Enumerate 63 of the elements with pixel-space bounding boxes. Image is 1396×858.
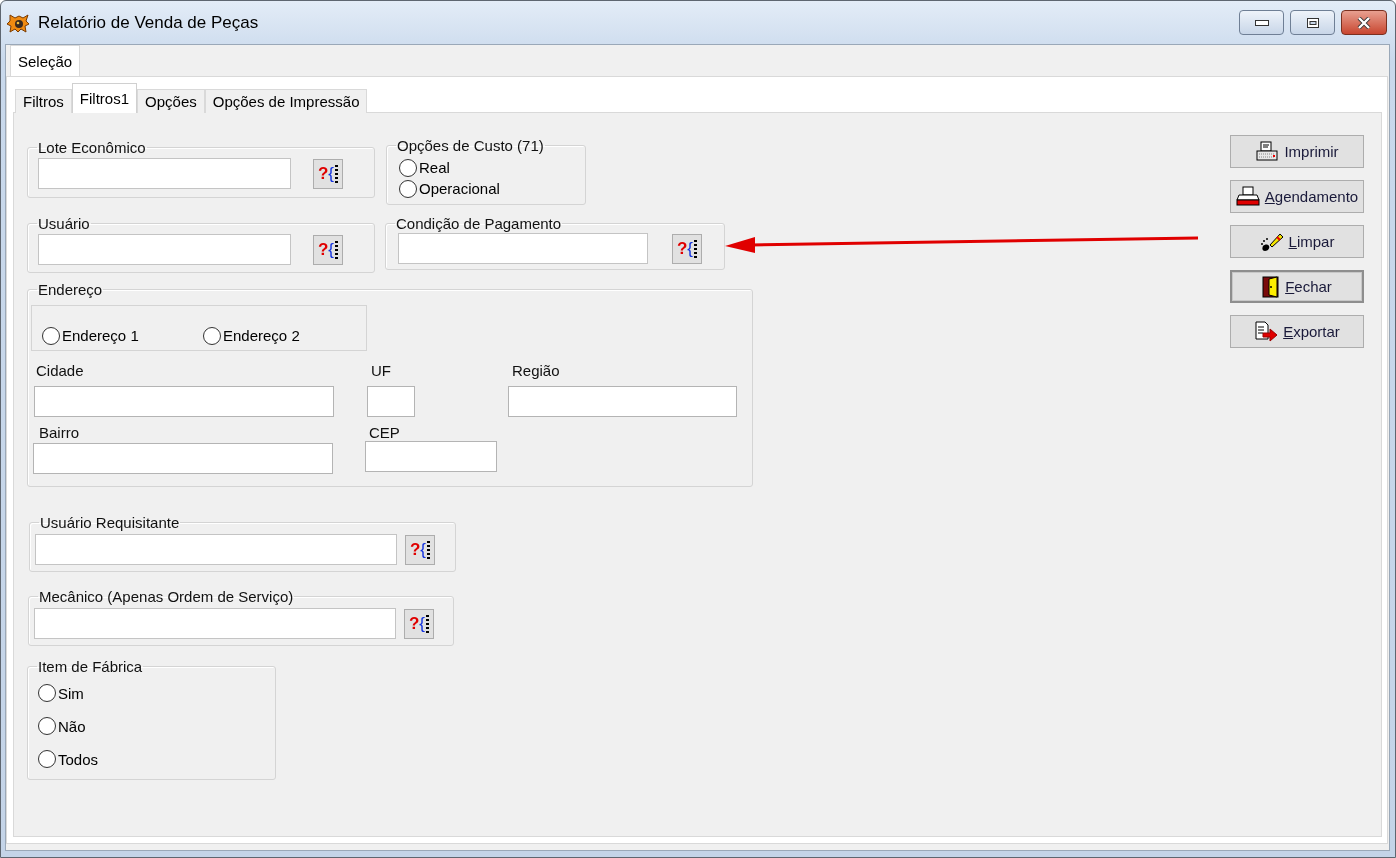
group-label: Condição de Pagamento	[395, 215, 563, 232]
radio-button[interactable]	[399, 158, 417, 177]
input-field[interactable]	[33, 443, 333, 474]
group-label: Opções de Custo (71)	[396, 137, 545, 154]
group-label: Lote Econômico	[37, 139, 147, 156]
schedule-button[interactable]: Agendamento	[1230, 180, 1364, 213]
print-button[interactable]: Imprimir	[1230, 135, 1364, 168]
lookup-button[interactable]: ?{	[405, 534, 435, 565]
input-field[interactable]	[365, 441, 497, 472]
input-field[interactable]	[508, 386, 737, 417]
tab[interactable]: Filtros1	[71, 83, 138, 113]
lookup-button[interactable]: ?{	[313, 234, 343, 265]
field-label: UF	[370, 362, 392, 379]
lookup-button[interactable]: ?{	[313, 158, 343, 189]
export-icon	[1254, 320, 1279, 343]
input-field[interactable]	[38, 158, 291, 189]
tab[interactable]: Filtros	[15, 89, 72, 113]
minimize-icon	[1254, 19, 1269, 26]
radio-label: Sim	[58, 684, 84, 702]
radio-button[interactable]	[38, 750, 56, 768]
tab[interactable]: Opções de Impressão	[204, 89, 368, 113]
maximize-icon	[1306, 17, 1319, 28]
group-label: Endereço	[37, 281, 104, 298]
printer-icon	[1255, 140, 1280, 163]
input-field[interactable]	[34, 608, 396, 639]
input-field[interactable]	[34, 386, 334, 417]
close-icon	[1357, 16, 1371, 29]
lookup-button[interactable]: ?{	[672, 233, 702, 264]
radio-label: Real	[419, 159, 450, 176]
radio-button[interactable]	[203, 326, 221, 345]
window-title: Relatório de Venda de Peças	[38, 12, 260, 33]
clear-button[interactable]: Limpar	[1230, 225, 1364, 258]
tab[interactable]: Seleção	[10, 45, 81, 76]
group-label: Item de Fábrica	[37, 658, 144, 675]
field-label: Cidade	[35, 362, 85, 379]
radio-button[interactable]	[399, 179, 417, 198]
door-icon	[1262, 275, 1281, 298]
printer-icon	[1235, 185, 1260, 208]
field-label: Bairro	[38, 424, 80, 441]
close-button[interactable]: Fechar	[1230, 270, 1364, 303]
group-label: Usuário Requisitante	[39, 514, 181, 531]
export-button[interactable]: Exportar	[1230, 315, 1364, 348]
tab[interactable]: Opções	[137, 89, 205, 113]
radio-label: Endereço 2	[223, 327, 300, 344]
radio-label: Operacional	[419, 180, 500, 197]
close-window-button[interactable]	[1341, 10, 1387, 35]
input-field[interactable]	[398, 233, 648, 264]
input-field[interactable]	[35, 534, 397, 565]
radio-label: Todos	[58, 750, 99, 768]
group-label: Usuário	[37, 215, 91, 232]
maximize-button[interactable]	[1290, 10, 1335, 35]
radio-label: Endereço 1	[62, 327, 139, 344]
input-field[interactable]	[367, 386, 415, 417]
group-label: Mecânico (Apenas Ordem de Serviço)	[38, 588, 295, 605]
input-field[interactable]	[38, 234, 291, 265]
radio-button[interactable]	[42, 326, 60, 345]
radio-button[interactable]	[38, 684, 56, 702]
field-label: CEP	[368, 424, 401, 441]
field-label: Região	[511, 362, 561, 379]
lookup-button[interactable]: ?{	[404, 608, 434, 639]
minimize-button[interactable]	[1239, 10, 1284, 35]
radio-button[interactable]	[38, 717, 56, 735]
radio-label: Não	[58, 717, 86, 735]
